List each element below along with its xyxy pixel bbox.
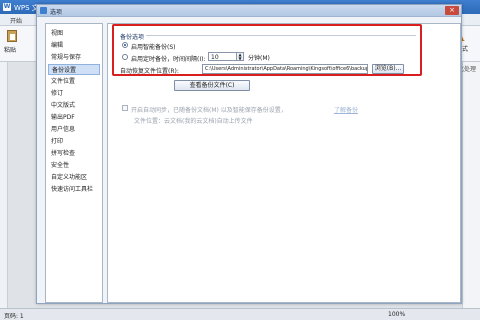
clipboard-icon [7, 30, 17, 42]
nav-item[interactable]: 修订 [48, 88, 100, 99]
smart-backup-label: 启用智能备份(S) [131, 44, 176, 51]
options-dialog: 选项 × 视图 编辑 常规与保存 备份设置 文件位置 修订 中文版式 输出PDF 用户信息 打印拼… [36, 4, 462, 304]
interval-value: 10 [211, 54, 219, 61]
cloud-info-text: 文件位置：云文档(我的云文档)自动上传文件 [134, 118, 253, 125]
spin-arrows-icon[interactable]: ▲ ▼ [236, 53, 243, 60]
sync-label: 开启自动同步，已随备份文档(M) 以及智能保存备份设置， [131, 107, 287, 114]
nav-item[interactable]: 用户信息 [48, 124, 100, 135]
nav-item[interactable]: 文件位置 [48, 76, 100, 87]
status-page: 页码: 1 [4, 313, 24, 320]
location-field[interactable]: C:\Users\Administrator\AppData\Roaming\K… [202, 64, 368, 74]
options-nav-list: 视图 编辑 常规与保存 备份设置 文件位置 修订 中文版式 输出PDF 用户信息 打印 拼写检查 安全… [45, 23, 103, 303]
paste-button[interactable]: 粘贴 [3, 30, 21, 54]
sync-checkbox[interactable] [122, 105, 128, 111]
location-label: 自动恢复文件位置(R): [120, 68, 179, 75]
nav-item[interactable]: 打印 [48, 136, 100, 147]
nav-item[interactable]: 输出PDF [48, 112, 100, 123]
nav-item[interactable]: 常规与保存 [48, 52, 100, 63]
timed-backup-label: 启用定时备份，时间间隔(I): [131, 56, 206, 63]
section-title: 备份选项 [120, 34, 145, 41]
nav-item[interactable]: 自定义功能区 [48, 172, 100, 183]
close-button[interactable]: × [445, 6, 459, 15]
interval-stepper[interactable]: 10 ▲ ▼ [208, 52, 244, 61]
browse-button[interactable]: 浏览(B)... [372, 64, 404, 74]
nav-item[interactable]: 拼写检查 [48, 148, 100, 159]
left-ruler [0, 62, 8, 308]
status-zoom: 100% [388, 311, 406, 318]
nav-item[interactable]: 中文版式 [48, 100, 100, 111]
view-backup-button[interactable]: 查看备份文件(C) [174, 80, 250, 91]
wps-small-icon [40, 7, 47, 14]
nav-item[interactable]: 快速访问工具栏 [48, 184, 100, 195]
nav-item[interactable]: 安全性 [48, 160, 100, 171]
radio-timed-backup[interactable] [122, 54, 128, 60]
nav-item[interactable]: 视图 [48, 28, 100, 39]
radio-smart-backup[interactable] [122, 42, 128, 48]
paste-label: 粘贴 [4, 47, 17, 54]
wps-logo-icon: W [3, 3, 11, 11]
status-bar: 页码: 1 100% [0, 308, 480, 320]
learn-backup-link[interactable]: 了解备份 [334, 105, 358, 114]
backup-settings-panel: 备份选项 启用智能备份(S) 启用定时备份，时间间隔(I): 10 ▲ ▼ 分钟(… [107, 23, 461, 303]
dialog-title-bar[interactable]: 选项 × [37, 5, 461, 17]
tab-home[interactable]: 开始 [10, 16, 22, 25]
section-divider [146, 35, 416, 36]
interval-unit: 分钟(M) [248, 55, 270, 62]
dialog-title: 选项 [50, 9, 63, 16]
nav-item[interactable]: 备份设置 [48, 64, 100, 75]
right-task-pane [462, 62, 480, 308]
nav-item[interactable]: 编辑 [48, 40, 100, 51]
